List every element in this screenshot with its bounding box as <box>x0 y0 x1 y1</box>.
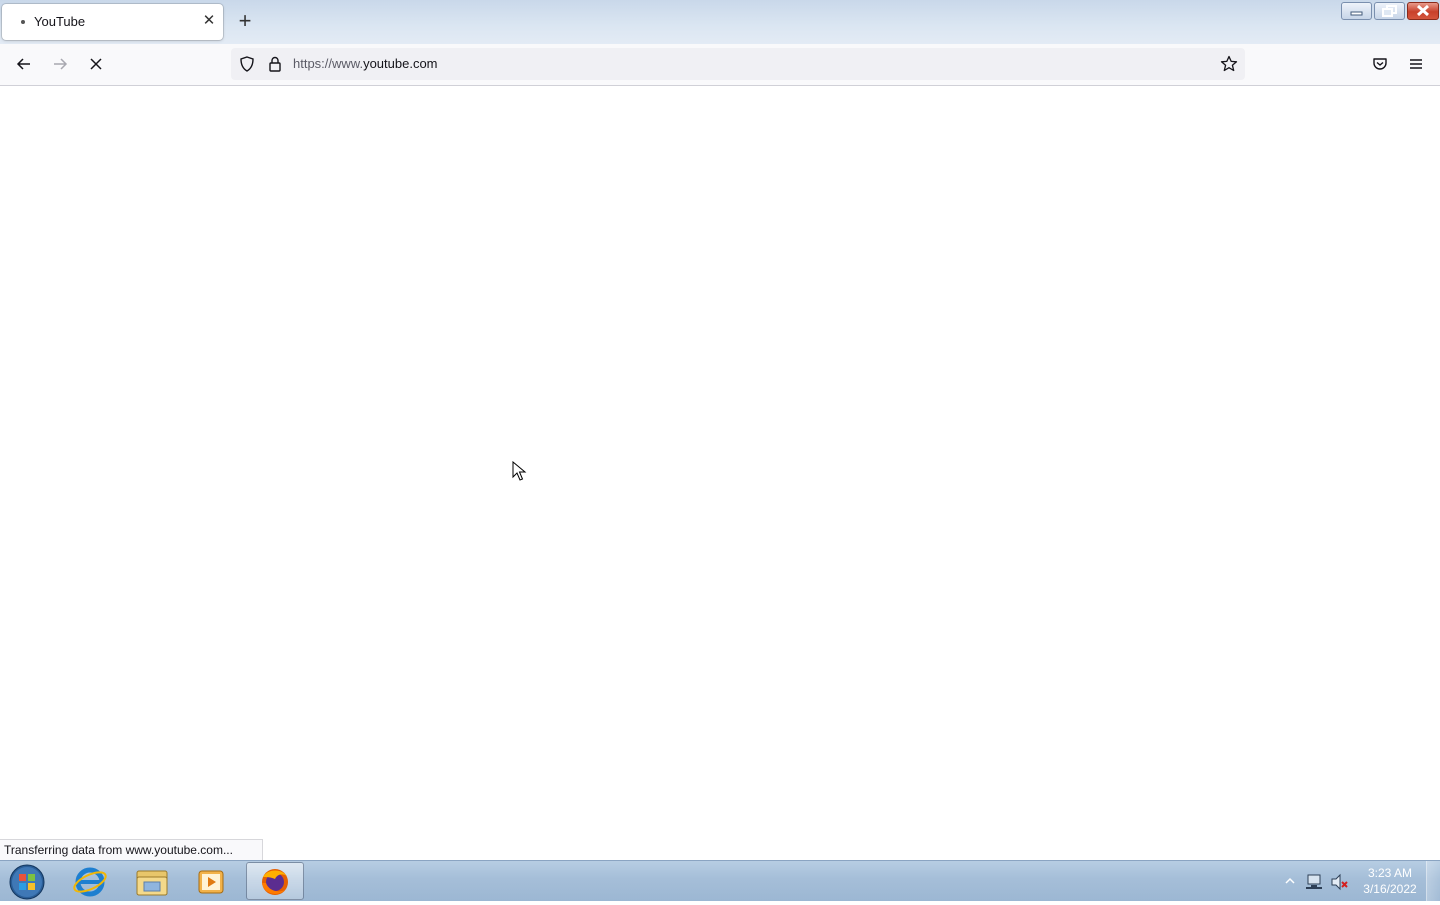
start-orb-icon <box>9 864 45 900</box>
close-icon <box>1416 4 1430 17</box>
internet-explorer-icon <box>73 867 107 897</box>
taskbar-file-explorer[interactable] <box>122 862 180 900</box>
mouse-cursor-icon <box>512 461 527 481</box>
url-domain: youtube.com <box>363 56 438 71</box>
page-content-area[interactable] <box>0 86 1440 860</box>
minimize-button[interactable] <box>1341 2 1372 20</box>
forward-arrow-icon[interactable] <box>50 54 70 74</box>
media-player-icon <box>198 870 224 894</box>
tab-title: YouTube <box>34 14 86 29</box>
firefox-icon <box>262 869 288 895</box>
system-clock[interactable]: 3:23 AM 3/16/2022 <box>1358 865 1422 897</box>
status-panel: Transferring data from www.youtube.com..… <box>0 839 263 860</box>
tab-youtube[interactable]: YouTube ✕ <box>2 4 223 40</box>
start-button[interactable] <box>0 862 56 900</box>
tracking-shield-icon[interactable] <box>237 54 257 74</box>
taskbar: 3:23 AM 3/16/2022 <box>0 860 1440 901</box>
lock-icon[interactable] <box>265 54 285 74</box>
stop-loading-icon[interactable] <box>86 54 106 74</box>
network-icon[interactable] <box>1305 873 1325 891</box>
show-hidden-icons-icon[interactable] <box>1283 875 1297 887</box>
taskbar-internet-explorer[interactable] <box>62 862 120 900</box>
taskbar-media-player[interactable] <box>182 862 240 900</box>
file-explorer-icon <box>136 870 168 896</box>
back-arrow-icon[interactable] <box>14 54 34 74</box>
navigation-toolbar: https://www.youtube.com <box>0 44 1440 86</box>
hamburger-menu-icon[interactable] <box>1406 54 1426 74</box>
taskbar-firefox[interactable] <box>246 862 304 900</box>
clock-date: 3/16/2022 <box>1363 882 1417 896</box>
clock-time: 3:23 AM <box>1367 866 1413 880</box>
address-bar[interactable]: https://www.youtube.com <box>231 48 1245 80</box>
close-window-button[interactable] <box>1407 2 1439 20</box>
url-text[interactable]: https://www.youtube.com <box>293 56 438 71</box>
restore-icon <box>1382 5 1397 17</box>
new-tab-button[interactable]: + <box>233 10 257 34</box>
volume-muted-icon[interactable] <box>1330 873 1350 891</box>
tab-strip: YouTube ✕ + <box>0 0 1440 44</box>
bookmark-star-icon[interactable] <box>1219 54 1239 74</box>
url-prefix: https://www. <box>293 56 364 71</box>
show-desktop-button[interactable] <box>1426 861 1440 901</box>
tab-loading-indicator-icon <box>21 20 25 24</box>
restore-button[interactable] <box>1374 2 1405 20</box>
minimize-icon <box>1350 11 1363 16</box>
tab-close-icon[interactable]: ✕ <box>199 11 219 31</box>
pocket-icon[interactable] <box>1370 54 1390 74</box>
